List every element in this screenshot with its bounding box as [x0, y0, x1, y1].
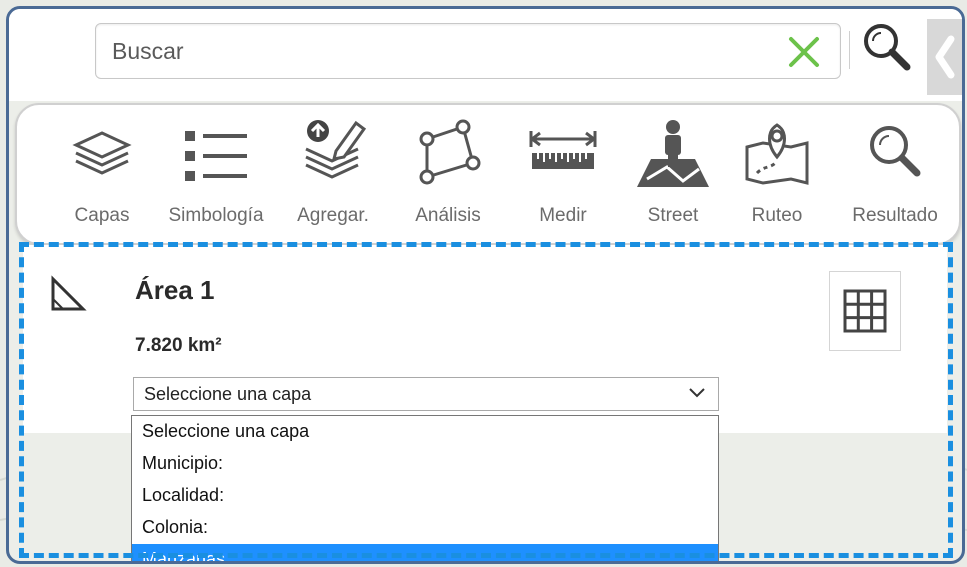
- search-icon: [864, 24, 911, 71]
- route-map-icon: [745, 123, 809, 185]
- dropdown-option[interactable]: Localidad:: [132, 480, 718, 512]
- layer-select[interactable]: Seleccione una capa: [133, 377, 719, 411]
- tool-label: Capas: [74, 205, 130, 226]
- area-triangle-icon: [51, 275, 87, 311]
- add-edit-icon: [305, 120, 367, 179]
- collapse-panel-button[interactable]: [927, 19, 962, 95]
- tool-label: Street: [647, 205, 699, 226]
- tool-street[interactable]: Street: [623, 105, 723, 241]
- table-view-button[interactable]: [829, 271, 901, 351]
- tool-analisis[interactable]: Análisis: [393, 105, 503, 241]
- tool-label: Ruteo: [751, 205, 803, 226]
- tool-medir[interactable]: Medir: [513, 105, 613, 241]
- option-label: Seleccione una capa: [142, 421, 310, 441]
- option-label: Colonia:: [142, 517, 209, 537]
- option-label: Localidad:: [142, 485, 225, 505]
- search-box: [95, 23, 841, 79]
- chevron-left-icon: [935, 35, 955, 79]
- area-value: 7.820 km²: [135, 335, 222, 356]
- tool-label: Medir: [539, 205, 587, 226]
- tool-ruteo[interactable]: Ruteo: [729, 105, 825, 241]
- toolbar: Capas Simbología Agregar. Análisis Medir…: [15, 103, 961, 245]
- tool-label: Simbología: [168, 205, 264, 226]
- search-strip: [9, 9, 962, 101]
- tool-resultado[interactable]: Resultado: [835, 105, 955, 241]
- close-icon: [789, 37, 819, 67]
- option-label: Municipio:: [142, 453, 224, 473]
- dropdown-option-selected[interactable]: Manzanas: [132, 544, 718, 564]
- clear-search-button[interactable]: [786, 34, 822, 70]
- list-icon: [185, 131, 247, 181]
- layer-dropdown-list: Seleccione una capa Municipio: Localidad…: [131, 415, 719, 564]
- tool-capas[interactable]: Capas: [57, 105, 147, 241]
- search-separator: [849, 31, 850, 69]
- street-view-icon: [637, 120, 709, 187]
- tool-label: Agregar.: [297, 205, 369, 226]
- search-icon: [870, 126, 921, 177]
- map-frame: Capas Simbología Agreg: [6, 6, 965, 564]
- tool-label: Resultado: [852, 205, 938, 226]
- dropdown-option[interactable]: Seleccione una capa: [132, 416, 718, 448]
- area-title: Área 1: [135, 275, 215, 305]
- search-button[interactable]: [861, 21, 913, 73]
- tool-simbologia[interactable]: Simbología: [151, 105, 281, 241]
- layer-select-value: Seleccione una capa: [144, 384, 312, 404]
- tool-label: Análisis: [415, 205, 481, 226]
- search-input[interactable]: [110, 32, 764, 70]
- polygon-icon: [419, 119, 481, 185]
- grid-icon: [843, 289, 887, 333]
- option-label: Manzanas: [142, 549, 226, 564]
- ruler-icon: [529, 131, 597, 169]
- tool-agregar[interactable]: Agregar.: [283, 105, 383, 241]
- dropdown-option[interactable]: Municipio:: [132, 448, 718, 480]
- chevron-down-icon: [689, 388, 705, 398]
- layers-icon: [72, 131, 132, 175]
- measure-panel: Área 1 7.820 km² Seleccione una capa: [23, 245, 947, 433]
- dropdown-option[interactable]: Colonia:: [132, 512, 718, 544]
